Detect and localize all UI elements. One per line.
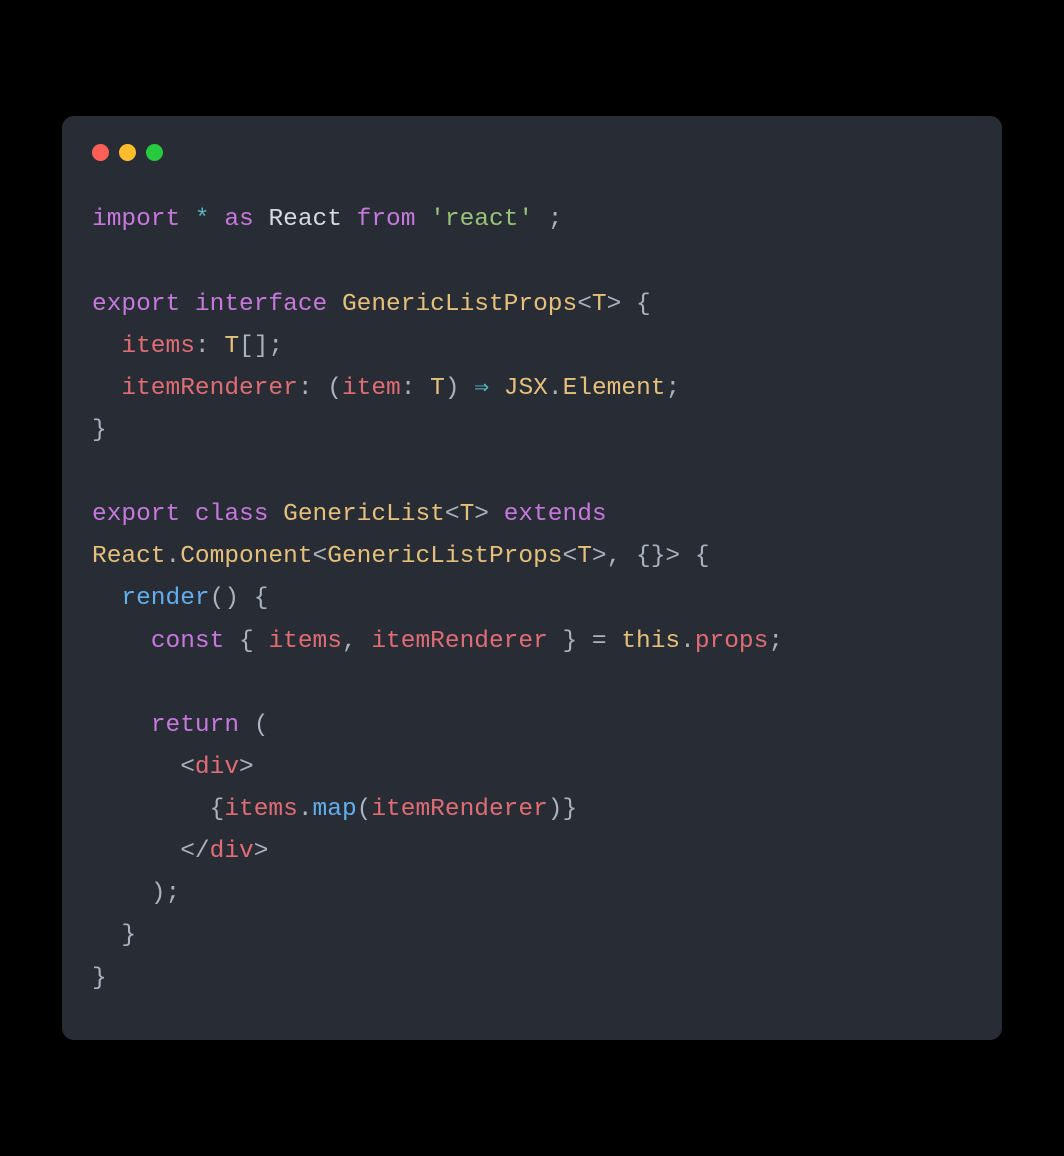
- code-token: [180, 206, 195, 233]
- code-token: :: [195, 333, 224, 360]
- code-token: ;: [768, 628, 783, 655]
- code-token: <: [313, 543, 328, 570]
- code-token: (: [239, 712, 268, 739]
- traffic-light-close-icon[interactable]: [92, 144, 109, 161]
- code-token: .: [298, 796, 313, 823]
- code-token: [92, 712, 151, 739]
- code-token: .: [548, 375, 563, 402]
- code-token: export: [92, 501, 180, 528]
- code-token: return: [151, 712, 239, 739]
- code-token: itemRenderer: [371, 628, 547, 655]
- code-window: import * as React from 'react' ; export …: [62, 116, 1002, 1039]
- code-token: class: [195, 501, 269, 528]
- code-token: : (: [298, 375, 342, 402]
- code-token: *: [195, 206, 210, 233]
- code-token: ⇒: [474, 375, 489, 402]
- code-token: [92, 375, 121, 402]
- code-token: 'react': [430, 206, 533, 233]
- code-token: .: [680, 628, 695, 655]
- code-token: items: [224, 796, 298, 823]
- code-token: <: [92, 754, 195, 781]
- code-token: items: [121, 333, 195, 360]
- code-token: }: [92, 922, 136, 949]
- code-token: :: [401, 375, 430, 402]
- code-token: T: [460, 501, 475, 528]
- code-token: GenericListProps: [327, 543, 562, 570]
- code-token: {: [92, 796, 224, 823]
- code-token: () {: [210, 585, 269, 612]
- code-token: <: [563, 543, 578, 570]
- code-token: itemRenderer: [121, 375, 297, 402]
- code-token: .: [166, 543, 181, 570]
- code-token: export: [92, 291, 180, 318]
- code-token: [268, 501, 283, 528]
- code-token: } =: [548, 628, 622, 655]
- code-token: >: [239, 754, 254, 781]
- code-token: }: [92, 417, 107, 444]
- code-token: GenericList: [283, 501, 445, 528]
- code-token: [327, 291, 342, 318]
- code-token: const: [151, 628, 225, 655]
- code-token: );: [92, 880, 180, 907]
- code-token: React: [92, 543, 166, 570]
- code-token: [180, 291, 195, 318]
- window-titlebar: [92, 144, 972, 161]
- code-token: )}: [548, 796, 577, 823]
- code-token: [];: [239, 333, 283, 360]
- code-token: render: [121, 585, 209, 612]
- code-token: interface: [195, 291, 327, 318]
- code-token: ;: [665, 375, 680, 402]
- code-token: T: [577, 543, 592, 570]
- code-token: from: [357, 206, 416, 233]
- code-token: extends: [504, 501, 607, 528]
- code-token: item: [342, 375, 401, 402]
- code-token: items: [268, 628, 342, 655]
- code-token: props: [695, 628, 769, 655]
- code-token: [415, 206, 430, 233]
- code-token: [254, 206, 269, 233]
- code-token: [180, 501, 195, 528]
- code-token: itemRenderer: [371, 796, 547, 823]
- code-token: React: [268, 206, 342, 233]
- code-token: <: [445, 501, 460, 528]
- code-token: [489, 501, 504, 528]
- code-token: div: [195, 754, 239, 781]
- code-token: Element: [563, 375, 666, 402]
- code-token: [489, 375, 504, 402]
- code-token: T: [430, 375, 445, 402]
- code-token: import: [92, 206, 180, 233]
- code-token: >: [474, 501, 489, 528]
- code-token: T: [592, 291, 607, 318]
- code-token: >: [592, 543, 607, 570]
- code-token: {: [621, 291, 650, 318]
- traffic-light-zoom-icon[interactable]: [146, 144, 163, 161]
- code-token: as: [224, 206, 253, 233]
- code-block: import * as React from 'react' ; export …: [92, 199, 972, 999]
- code-token: [92, 585, 121, 612]
- traffic-light-minimize-icon[interactable]: [119, 144, 136, 161]
- code-token: (: [357, 796, 372, 823]
- code-token: ): [445, 375, 474, 402]
- code-token: GenericListProps: [342, 291, 577, 318]
- code-token: JSX: [504, 375, 548, 402]
- code-token: ;: [533, 206, 562, 233]
- code-token: ,: [342, 628, 371, 655]
- code-token: }: [92, 965, 107, 992]
- code-token: [210, 206, 225, 233]
- code-token: <: [577, 291, 592, 318]
- code-token: [92, 333, 121, 360]
- code-token: T: [224, 333, 239, 360]
- code-token: [92, 628, 151, 655]
- code-token: >: [254, 838, 269, 865]
- code-token: [607, 501, 622, 528]
- code-token: this: [621, 628, 680, 655]
- code-token: div: [210, 838, 254, 865]
- code-token: {: [224, 628, 268, 655]
- code-token: , {}> {: [607, 543, 710, 570]
- code-token: Component: [180, 543, 312, 570]
- code-token: [342, 206, 357, 233]
- code-token: map: [313, 796, 357, 823]
- code-token: </: [92, 838, 210, 865]
- code-token: >: [607, 291, 622, 318]
